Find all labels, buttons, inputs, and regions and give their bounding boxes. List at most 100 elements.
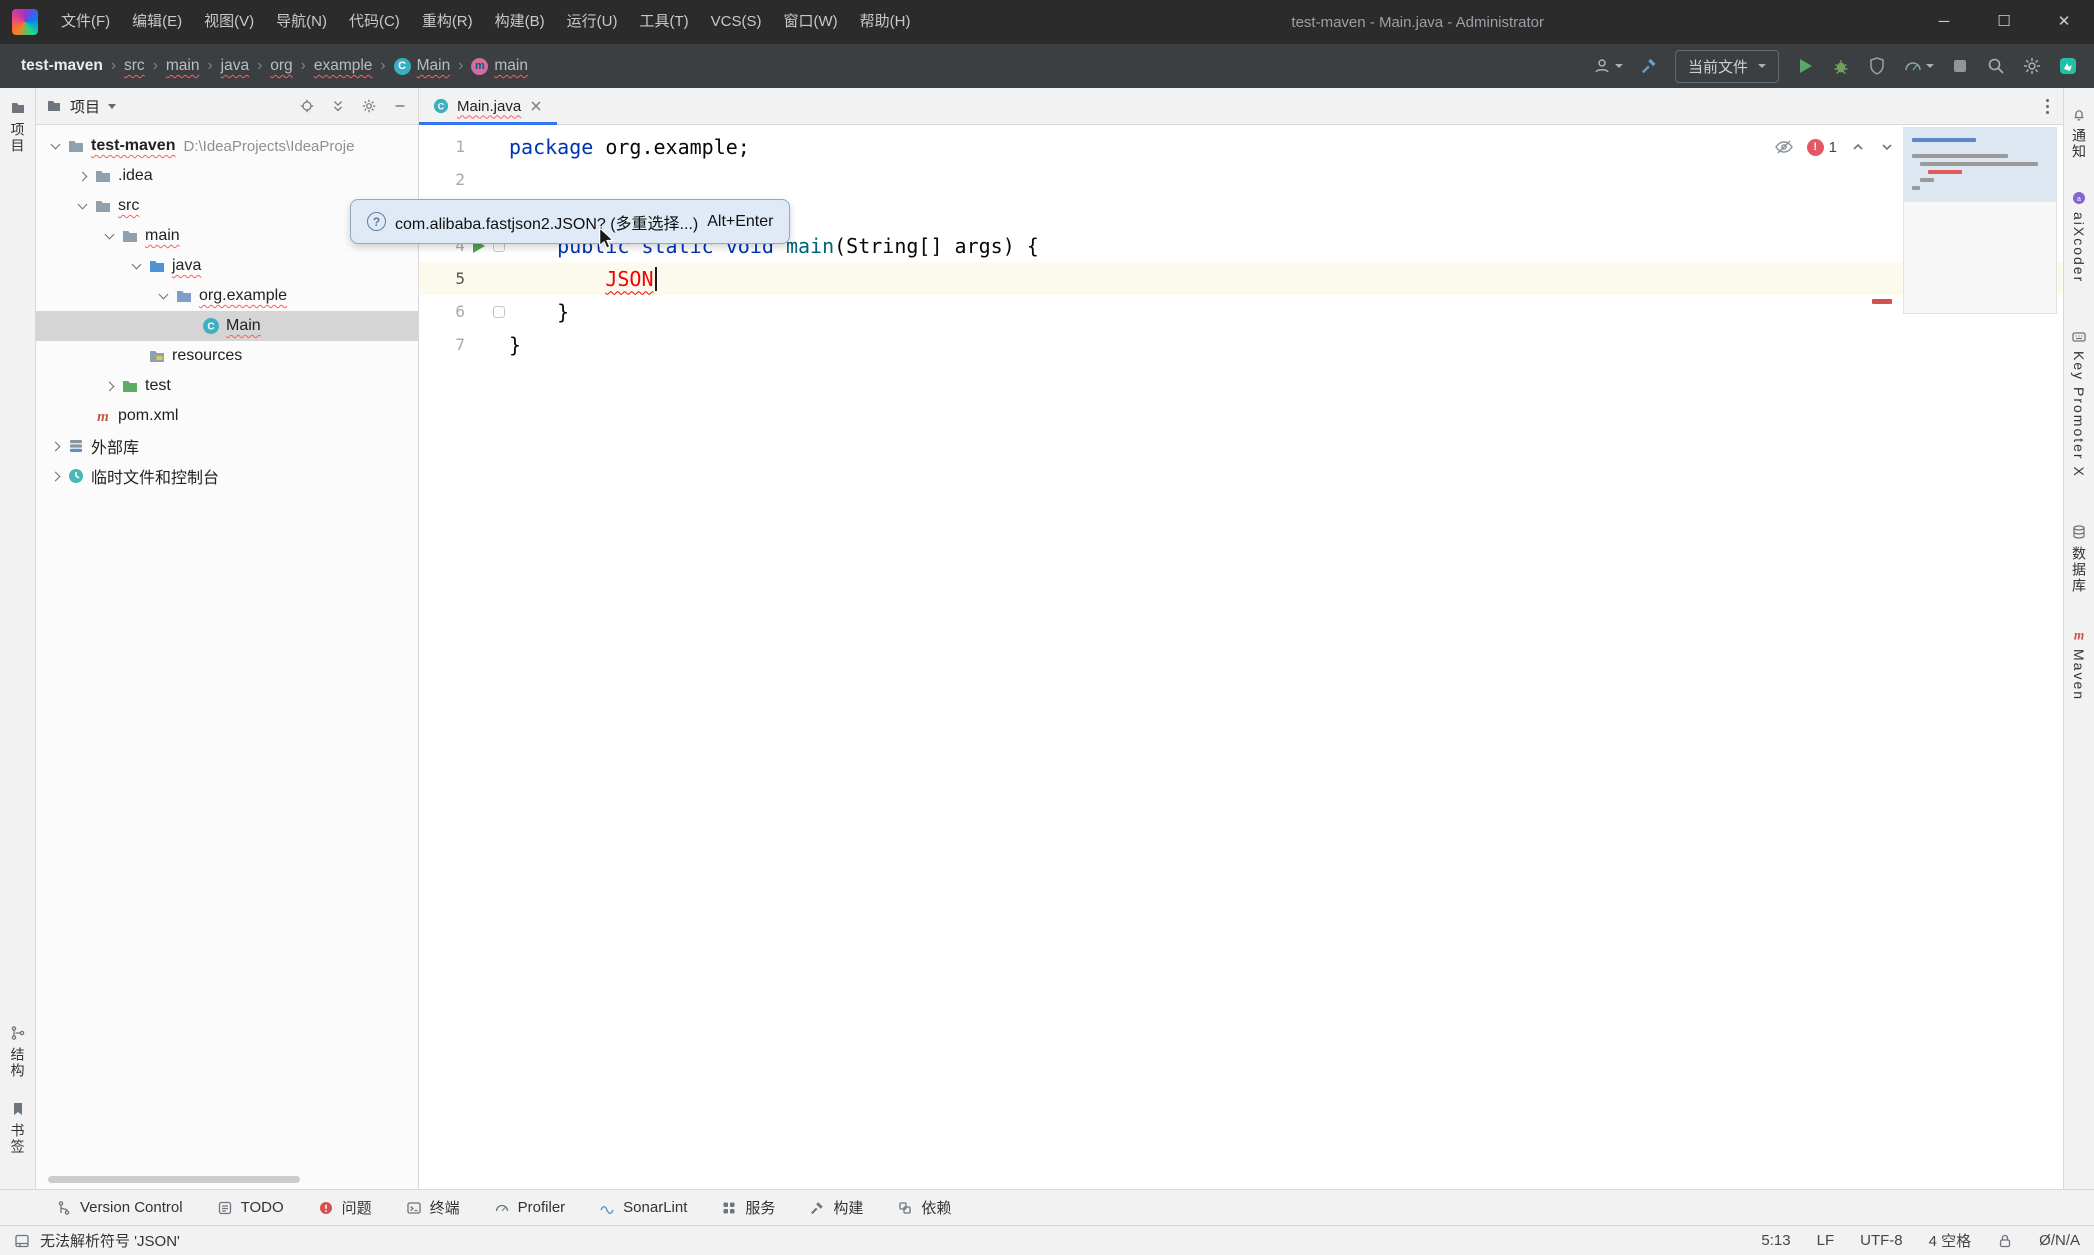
highlighting-eye-icon[interactable] [1774,137,1794,157]
close-tab-icon[interactable] [529,99,543,113]
breadcrumb-item[interactable]: example [309,54,378,78]
tool-window-button-SonarLint[interactable]: SonarLint [599,1199,687,1216]
settings-gear-icon[interactable] [2022,56,2042,76]
menu-item[interactable]: VCS(S) [700,0,773,44]
breadcrumb-item[interactable]: CMain [389,54,456,78]
breadcrumb-item[interactable]: test-maven [16,54,108,78]
inspections-widget[interactable]: ! 1 [1774,137,1895,157]
project-panel-title[interactable]: 项目 [70,96,100,117]
horizontal-scrollbar[interactable] [48,1176,300,1183]
menu-item[interactable]: 编辑(E) [121,0,193,44]
menu-item[interactable]: 帮助(H) [849,0,922,44]
tree-item-Main[interactable]: CMain [36,311,418,341]
code-line-6[interactable]: 6 } [419,295,2063,328]
file-encoding[interactable]: UTF-8 [1860,1232,1903,1249]
menu-item[interactable]: 构建(B) [484,0,556,44]
tool-strip-button-KeyPromoterX[interactable]: Key Promoter X [2071,329,2087,478]
code-line-7[interactable]: 7} [419,328,2063,361]
tree-item-.idea[interactable]: .idea [36,161,418,191]
tool-window-button-node[interactable]: 依赖 [897,1197,951,1218]
tree-item-resources[interactable]: resources [36,341,418,371]
chevron-down-icon[interactable] [46,137,64,155]
lock-icon[interactable] [1997,1233,2013,1249]
tree-item-test-maven[interactable]: test-mavenD:\IdeaProjects\IdeaProje [36,131,418,161]
toolbar-plugin-icon[interactable] [2058,56,2078,76]
tree-item-java[interactable]: java [36,251,418,281]
stop-icon[interactable] [1950,56,1970,76]
chevron-down-icon[interactable] [100,227,118,245]
menu-item[interactable]: 代码(C) [338,0,411,44]
tool-window-toggle-icon[interactable] [14,1233,30,1249]
error-stripe-mark[interactable] [1872,299,1892,304]
chevron-right-icon[interactable] [46,467,64,485]
tool-window-button-VersionControl[interactable]: Version Control [56,1199,183,1216]
breadcrumb-item[interactable]: src [119,54,150,78]
collapse-all-icon[interactable] [330,98,346,114]
tool-window-button-Profiler[interactable]: Profiler [494,1199,566,1216]
build-hammer-icon[interactable] [1639,56,1659,76]
tree-item-node[interactable]: 外部库 [36,431,418,461]
next-error-icon[interactable] [1879,139,1895,155]
tool-strip-button-node[interactable]: 项目 [8,100,28,154]
chevron-down-icon[interactable] [154,287,172,305]
tool-strip-button-node[interactable]: 结构 [8,1025,28,1079]
select-opened-file-icon[interactable] [299,98,315,114]
code-text[interactable]: JSON [509,267,657,291]
breadcrumb-item[interactable]: org [265,54,297,78]
gear-icon[interactable] [361,98,377,114]
minimize-button[interactable]: ─ [1914,0,1974,44]
caret-position[interactable]: 5:13 [1761,1232,1790,1249]
menu-item[interactable]: 运行(U) [556,0,629,44]
search-icon[interactable] [1986,56,2006,76]
minimap[interactable] [1903,127,2057,314]
tree-item-node[interactable]: 临时文件和控制台 [36,461,418,491]
tool-strip-button-aiXcoder[interactable]: aaiXcoder [2071,190,2087,283]
code-text[interactable]: } [509,300,569,324]
breadcrumb-item[interactable]: main [161,54,205,78]
code-text[interactable]: package org.example; [509,135,750,159]
indent-style[interactable]: 4 空格 [1929,1230,1972,1251]
editor-tab-main-java[interactable]: C Main.java [419,88,557,124]
tool-strip-button-node[interactable]: 数据库 [2069,524,2089,594]
memory-indicator[interactable]: Ø/N/A [2039,1232,2080,1249]
tree-item-pom.xml[interactable]: mpom.xml [36,401,418,431]
coverage-icon[interactable] [1867,56,1887,76]
gutter-marker-icon[interactable] [493,306,505,318]
tree-item-org.example[interactable]: org.example [36,281,418,311]
tool-window-button-node[interactable]: 终端 [406,1197,460,1218]
chevron-down-icon[interactable] [127,257,145,275]
tool-strip-button-node[interactable]: 书签 [8,1101,28,1155]
import-hint-tooltip[interactable]: ? com.alibaba.fastjson2.JSON? (多重选择...) … [350,199,790,244]
chevron-down-icon[interactable] [108,104,116,109]
debug-icon[interactable] [1831,56,1851,76]
run-config-select[interactable]: 当前文件 [1675,50,1779,83]
tool-window-button-node[interactable]: 构建 [809,1197,863,1218]
tool-window-button-node[interactable]: 服务 [721,1197,775,1218]
menu-item[interactable]: 工具(T) [628,0,699,44]
menu-item[interactable]: 视图(V) [193,0,265,44]
tool-strip-button-Maven[interactable]: mMaven [2071,627,2087,701]
breadcrumb-item[interactable]: mmain [466,54,533,78]
close-button[interactable]: ✕ [2034,0,2094,44]
tool-window-button-node[interactable]: 问题 [318,1197,372,1218]
menu-item[interactable]: 重构(R) [411,0,484,44]
code-text[interactable]: } [509,333,521,357]
hide-panel-icon[interactable] [392,98,408,114]
code-line-2[interactable]: 2 [419,163,2063,196]
menu-item[interactable]: 文件(F) [50,0,121,44]
tool-window-button-TODO[interactable]: TODO [217,1199,284,1216]
profiler-menu[interactable] [1903,56,1934,76]
tool-strip-button-node[interactable]: 通知 [2069,106,2089,160]
prev-error-icon[interactable] [1850,139,1866,155]
user-menu[interactable] [1592,56,1623,76]
maximize-button[interactable]: ☐ [1974,0,2034,44]
chevron-right-icon[interactable] [46,437,64,455]
menu-item[interactable]: 导航(N) [265,0,338,44]
menu-item[interactable]: 窗口(W) [772,0,848,44]
chevron-down-icon[interactable] [73,197,91,215]
error-indicator[interactable]: ! 1 [1807,139,1837,156]
tab-options-icon[interactable] [2046,99,2049,114]
code-line-5[interactable]: 5 JSON [419,262,2063,295]
chevron-right-icon[interactable] [100,377,118,395]
tree-item-test[interactable]: test [36,371,418,401]
